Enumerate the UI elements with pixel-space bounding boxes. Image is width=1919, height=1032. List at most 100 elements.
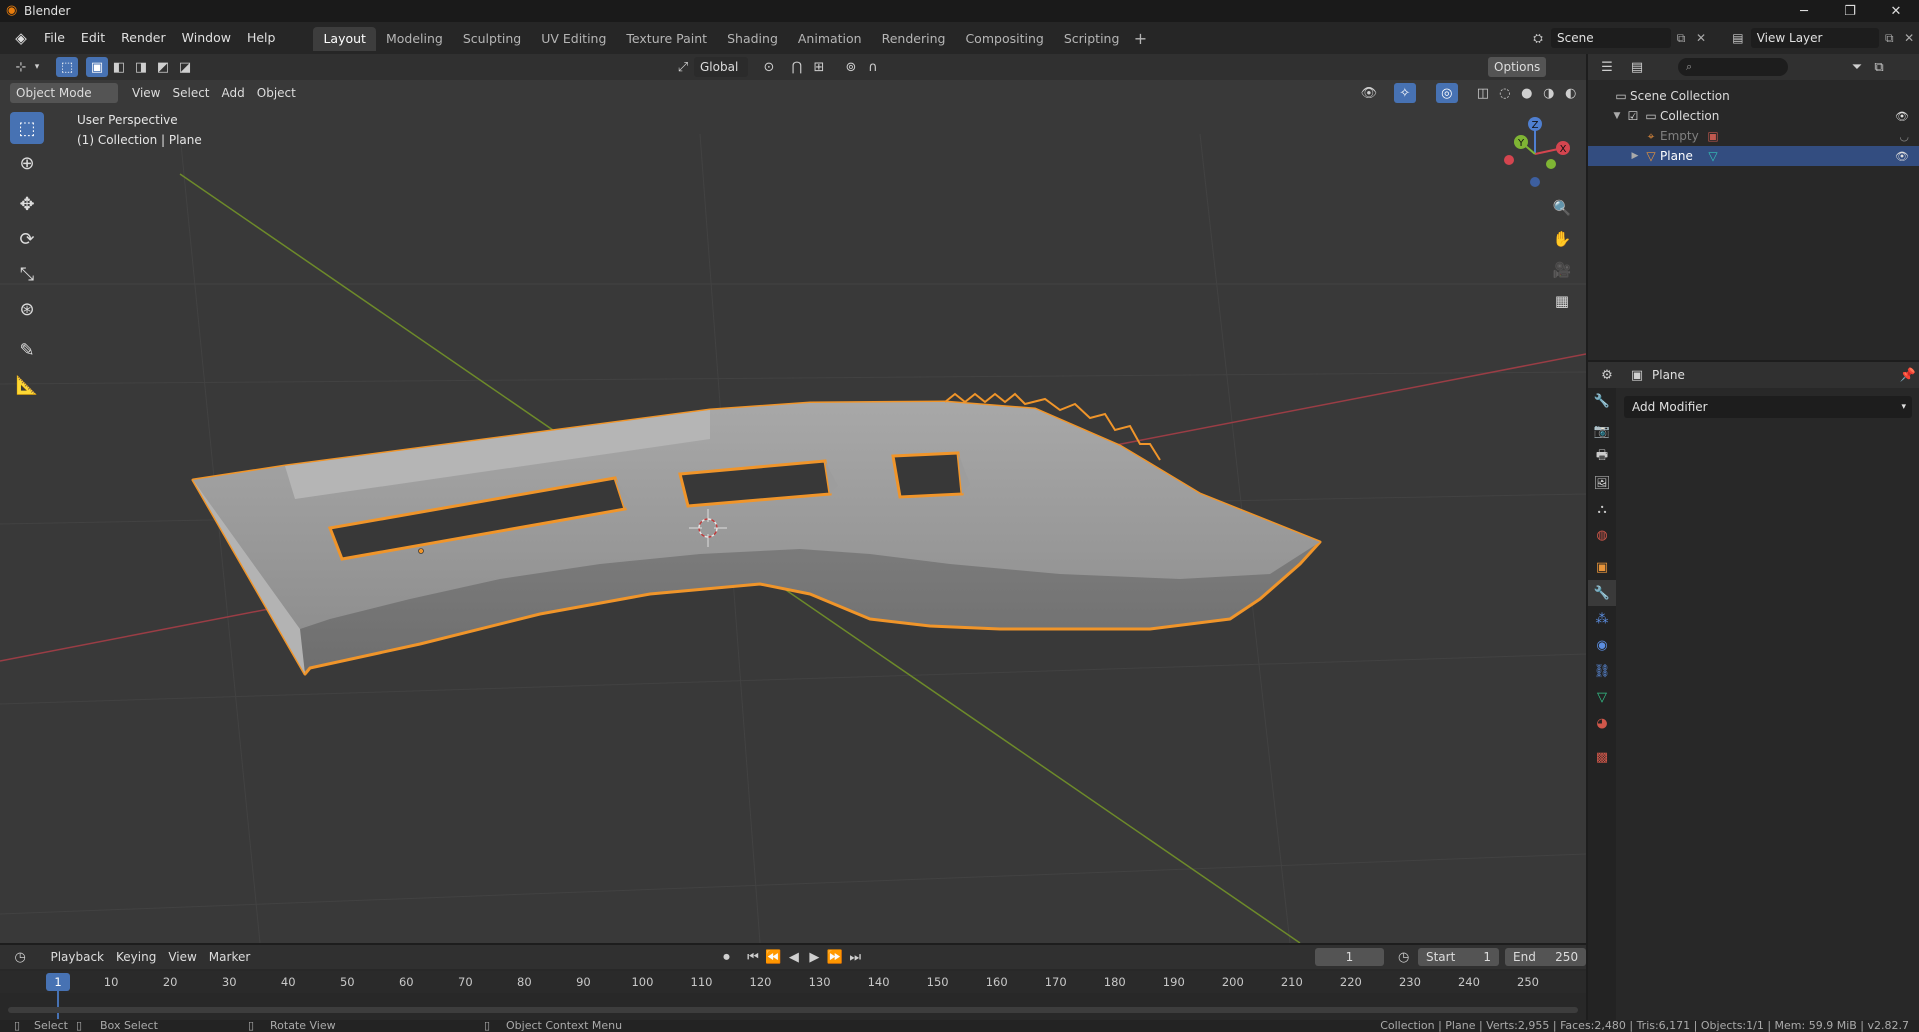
ortho-perspective-grid-icon[interactable]: ▦	[1548, 287, 1576, 315]
proportional-editing-icon[interactable]: ⊚	[840, 57, 862, 77]
jump-next-keyframe-icon[interactable]: ⏩	[825, 947, 845, 967]
measure-tool-icon[interactable]: 📐	[10, 369, 44, 401]
texture-tab-icon[interactable]: ▩	[1588, 744, 1616, 770]
minimize-button[interactable]: ─	[1781, 0, 1827, 22]
outliner-row-collection[interactable]: ▼ ☑ ▭ Collection 👁	[1588, 106, 1919, 126]
frame-start-field[interactable]: Start 1	[1417, 948, 1500, 966]
restore-button[interactable]: ❐	[1827, 0, 1873, 22]
blender-menu-icon[interactable]: ◈	[10, 27, 32, 49]
mode-dropdown[interactable]: Object Mode	[10, 83, 118, 103]
timeline-scrollbar[interactable]	[8, 1007, 1578, 1013]
view-layer-tab-icon[interactable]: 🖼	[1588, 470, 1616, 496]
add-modifier-dropdown[interactable]: Add Modifier ▾	[1624, 396, 1912, 418]
add-workspace-button[interactable]: +	[1129, 27, 1151, 51]
tab-compositing[interactable]: Compositing	[955, 27, 1053, 51]
scene-icon[interactable]: ⛭	[1525, 31, 1551, 46]
xray-toggle-icon[interactable]: ◫	[1472, 83, 1494, 103]
menu-timeline-view[interactable]: View	[162, 947, 202, 967]
jump-start-icon[interactable]: ⏮	[743, 947, 763, 967]
object-tab-icon[interactable]: ▣	[1588, 554, 1616, 580]
timeline-playhead[interactable]: 1	[46, 973, 70, 991]
zoom-icon[interactable]: 🔍	[1548, 194, 1576, 222]
tab-uv-editing[interactable]: UV Editing	[531, 27, 616, 51]
jump-end-icon[interactable]: ⏭	[845, 947, 865, 967]
select-tool-mode-icon[interactable]: ⬚	[56, 57, 78, 77]
tab-scripting[interactable]: Scripting	[1054, 27, 1130, 51]
show-gizmo-icon[interactable]: ✧	[1393, 83, 1416, 103]
new-scene-icon[interactable]: ⧉	[1671, 31, 1691, 46]
new-collection-icon[interactable]: ⧉	[1868, 57, 1890, 77]
navigation-gizmo[interactable]: Z Y X	[1495, 112, 1575, 192]
view-layer-name-field[interactable]: View Layer	[1750, 28, 1880, 48]
shading-wireframe-icon[interactable]: ◌	[1494, 83, 1516, 103]
tab-shading[interactable]: Shading	[717, 27, 788, 51]
cursor-tool-icon[interactable]: ⊕	[10, 147, 44, 179]
outliner-editor-type-icon[interactable]: ☰	[1596, 57, 1618, 77]
scene-name-field[interactable]: Scene	[1551, 28, 1671, 48]
timeline-editor-type-icon[interactable]: ◷	[10, 947, 30, 967]
orientation-icon[interactable]: ⤢	[672, 57, 694, 77]
shading-material-icon[interactable]: ◑	[1538, 83, 1560, 103]
collection-checkbox-icon[interactable]: ☑	[1624, 109, 1642, 123]
output-tab-icon[interactable]: 🖶	[1588, 444, 1616, 470]
editor-type-dropdown-icon[interactable]: ▾	[32, 57, 42, 77]
timeline-ruler[interactable]: 1102030405060708090100110120130140150160…	[0, 971, 1586, 1019]
transform-tool-icon[interactable]: ⊛	[10, 293, 44, 325]
physics-tab-icon[interactable]: ◉	[1588, 632, 1616, 658]
tab-sculpting[interactable]: Sculpting	[453, 27, 531, 51]
plane-visibility-eye-icon[interactable]: 👁	[1895, 150, 1909, 163]
3d-viewport[interactable]: ⊹ ▾ ⬚ ▣ ◧ ◨ ◩ ◪ ⤢ Global ⊙ ⋂ ⊞ ⊚ ∩ Optio…	[0, 54, 1586, 943]
new-view-layer-icon[interactable]: ⧉	[1879, 31, 1899, 46]
pan-hand-icon[interactable]: ✋	[1548, 225, 1576, 253]
select-subtract-mode-icon[interactable]: ◨	[130, 57, 152, 77]
menu-render[interactable]: Render	[113, 27, 174, 49]
world-tab-icon[interactable]: ◍	[1588, 522, 1616, 548]
display-mode-icon[interactable]: ▤	[1626, 57, 1648, 77]
menu-file[interactable]: File	[36, 27, 73, 49]
menu-view[interactable]: View	[126, 83, 166, 103]
particles-tab-icon[interactable]: ⁂	[1588, 606, 1616, 632]
play-reverse-icon[interactable]: ◀	[784, 947, 804, 967]
auto-keying-record-icon[interactable]: ⏺	[716, 947, 736, 967]
visibility-filter-icon[interactable]: 👁	[1358, 83, 1380, 103]
tab-layout[interactable]: Layout	[313, 27, 376, 51]
shading-rendered-icon[interactable]: ◐	[1560, 83, 1582, 103]
plane-object-mesh[interactable]	[191, 392, 1322, 676]
tab-rendering[interactable]: Rendering	[872, 27, 956, 51]
viewport-canvas[interactable]	[0, 54, 1586, 943]
editor-type-icon[interactable]: ⊹	[10, 57, 32, 77]
properties-editor-type-icon[interactable]: ⚙	[1596, 365, 1618, 385]
outliner-row-empty[interactable]: ⌖ Empty ▣ ◡	[1588, 126, 1919, 146]
outliner-row-scene-collection[interactable]: ▭ Scene Collection	[1588, 86, 1919, 106]
pin-icon[interactable]: 📌	[1897, 365, 1919, 385]
move-tool-icon[interactable]: ✥	[10, 188, 44, 220]
shading-solid-icon[interactable]: ●	[1516, 83, 1538, 103]
close-button[interactable]: ✕	[1873, 0, 1919, 22]
menu-select[interactable]: Select	[166, 83, 215, 103]
render-tab-icon[interactable]: 📷	[1588, 418, 1616, 444]
menu-edit[interactable]: Edit	[73, 27, 113, 49]
rotate-tool-icon[interactable]: ⟳	[10, 223, 44, 255]
snap-icon[interactable]: ⋂	[786, 57, 808, 77]
show-overlays-icon[interactable]: ◎	[1435, 83, 1458, 103]
tab-modeling[interactable]: Modeling	[376, 27, 453, 51]
tool-tab-icon[interactable]: 🔧	[1588, 388, 1616, 414]
collection-expand-icon[interactable]: ▼	[1610, 111, 1624, 121]
material-tab-icon[interactable]: ◕	[1588, 710, 1616, 736]
view-layer-icon[interactable]: ▤	[1725, 31, 1751, 45]
annotate-tool-icon[interactable]: ✎	[10, 334, 44, 366]
scene-tab-icon[interactable]: ⛬	[1588, 496, 1616, 522]
preview-range-clock-icon[interactable]: ◷	[1394, 947, 1414, 967]
pivot-point-icon[interactable]: ⊙	[758, 57, 780, 77]
options-dropdown[interactable]: Options	[1488, 57, 1547, 77]
outliner-search-input[interactable]: ⌕	[1678, 58, 1788, 76]
constraints-tab-icon[interactable]: ⛓	[1588, 658, 1616, 684]
scale-tool-icon[interactable]: ⤡	[10, 258, 44, 290]
transform-orientation-dropdown[interactable]: Global	[694, 57, 748, 77]
proportional-falloff-icon[interactable]: ∩	[862, 57, 884, 77]
select-box-tool-icon[interactable]: ⬚	[10, 112, 44, 144]
select-new-mode-icon[interactable]: ▣	[86, 57, 108, 77]
menu-playback[interactable]: Playback	[44, 947, 110, 967]
plane-expand-icon[interactable]: ▶	[1628, 151, 1642, 161]
frame-end-field[interactable]: End 250	[1505, 948, 1587, 966]
